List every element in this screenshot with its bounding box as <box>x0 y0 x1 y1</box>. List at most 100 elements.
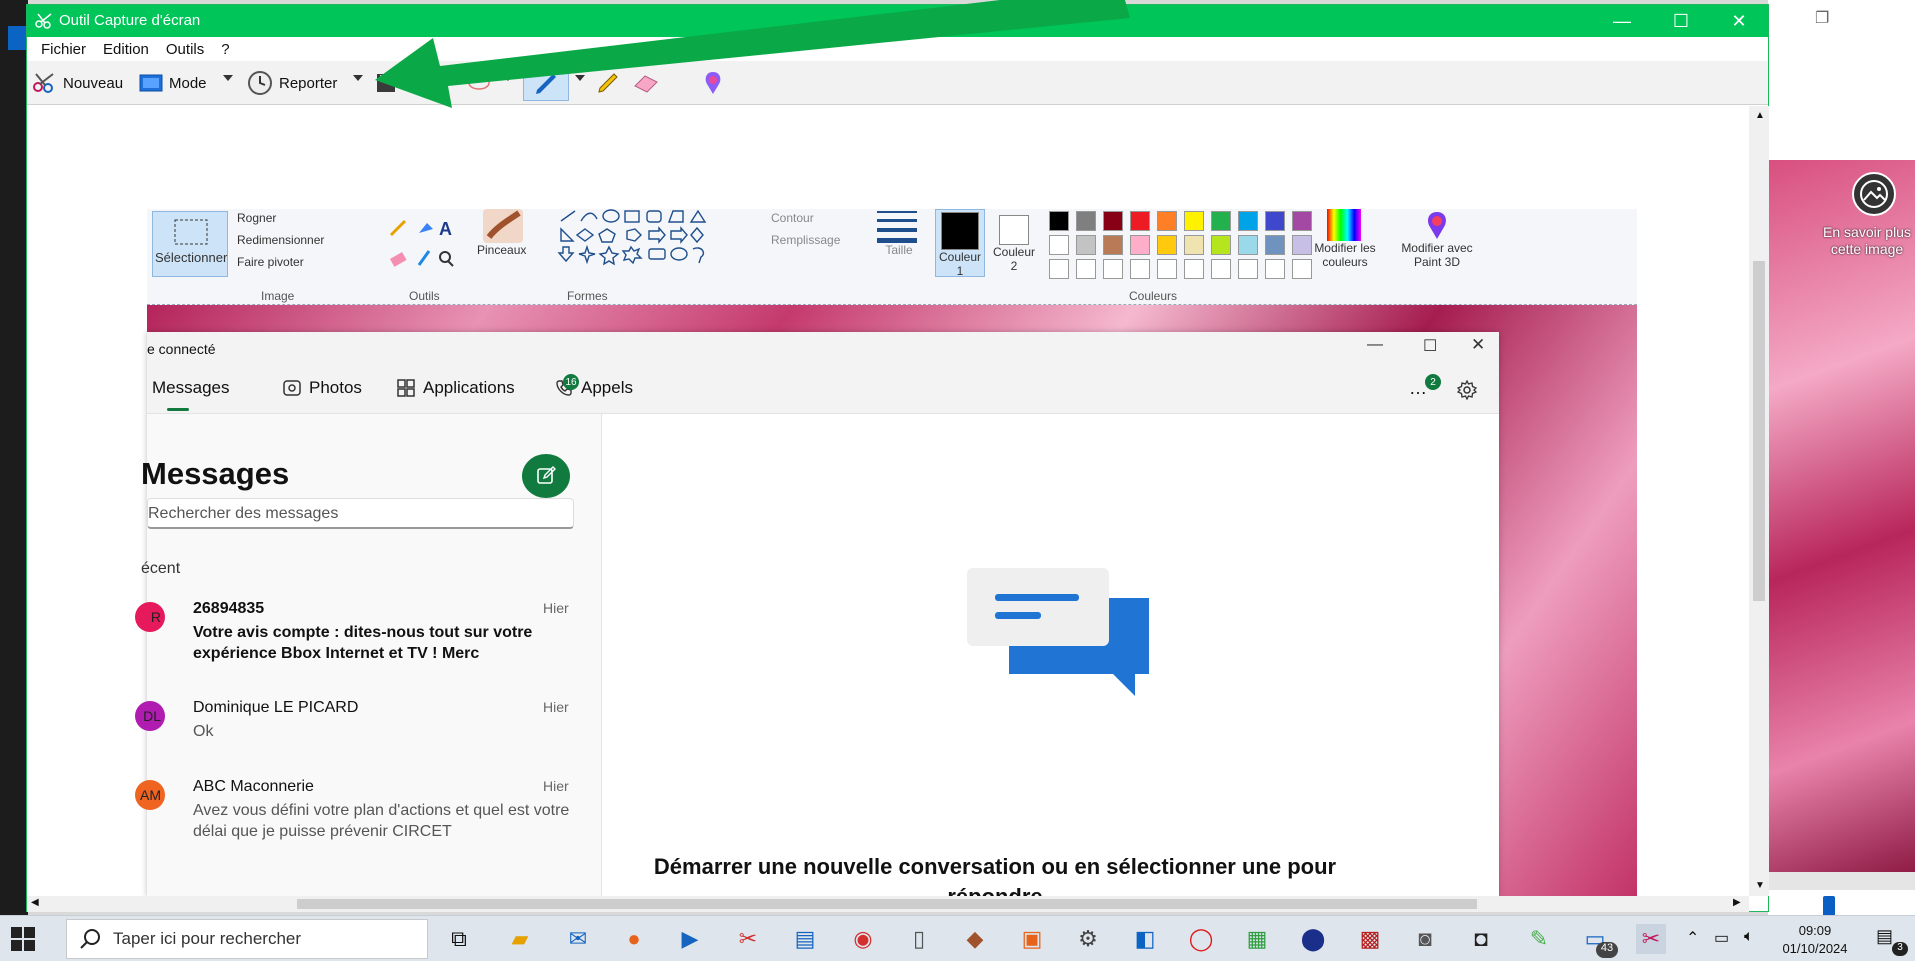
palette-swatch[interactable] <box>1076 211 1096 231</box>
paint3d-button[interactable] <box>701 69 725 97</box>
paint-icon[interactable]: ◆ <box>960 924 990 954</box>
brushes-button[interactable]: Pinceaux <box>477 209 526 281</box>
pen-button[interactable] <box>523 65 569 101</box>
conversation-item[interactable]: DL Dominique LE PICARD Hier Ok <box>135 699 577 771</box>
palette-swatch[interactable] <box>1184 211 1204 231</box>
palette-swatch[interactable] <box>1265 211 1285 231</box>
palette-swatch[interactable] <box>1130 211 1150 231</box>
phone-maximize-icon[interactable]: ☐ <box>1423 336 1437 356</box>
palette-swatch[interactable] <box>1265 235 1285 255</box>
fill-item[interactable]: Remplissage <box>771 233 840 247</box>
palette-swatch[interactable] <box>1049 235 1069 255</box>
search-messages-input[interactable]: Rechercher des messages <box>147 498 574 529</box>
eraser-button[interactable] <box>631 69 661 97</box>
volume-icon[interactable]: 🔈︎ <box>1744 928 1754 946</box>
phone-minimize-icon[interactable]: — <box>1367 336 1383 354</box>
mail-icon[interactable]: ✉ <box>563 924 593 954</box>
menu-help[interactable]: ? <box>214 41 239 58</box>
tab-messages[interactable]: Messages <box>152 378 229 398</box>
palette-swatch[interactable] <box>1049 211 1069 231</box>
photos-app-icon[interactable]: ▣ <box>1017 924 1047 954</box>
palette-swatch[interactable] <box>1130 259 1150 279</box>
taskbar-search[interactable]: Taper ici pour rechercher <box>66 919 428 959</box>
vertical-scrollbar[interactable]: ▲ ▼ <box>1749 106 1769 896</box>
settings-button[interactable] <box>1457 380 1477 400</box>
palette-swatch[interactable] <box>1049 259 1069 279</box>
palette-swatch[interactable] <box>1238 259 1258 279</box>
palette-swatch[interactable] <box>1211 259 1231 279</box>
paint3d-ribbon-button[interactable]: Modifier avec Paint 3D <box>1391 209 1483 281</box>
horizontal-scroll-thumb[interactable] <box>297 899 1477 909</box>
compose-button[interactable] <box>522 454 570 498</box>
menu-outils[interactable]: Outils <box>159 41 214 58</box>
delay-dropdown-icon[interactable] <box>353 75 363 81</box>
palette-swatch[interactable] <box>1211 211 1231 231</box>
background-scrollbar[interactable] <box>1768 872 1915 890</box>
phone-title-bar[interactable]: e connecté — ☐ ✕ <box>147 332 1499 364</box>
palette-swatch[interactable] <box>1184 259 1204 279</box>
taskbar-clock[interactable]: 09:09 01/10/2024 <box>1775 922 1855 958</box>
camera-icon[interactable]: ◙ <box>1410 924 1440 954</box>
outline-item[interactable]: Contour <box>771 211 814 225</box>
contacts-card-icon[interactable]: ▤ <box>790 924 820 954</box>
menu-fichier[interactable]: Fichier <box>34 41 96 58</box>
tab-applications[interactable]: Applications <box>397 378 515 398</box>
title-bar[interactable]: Outil Capture d'écran — ☐ ✕ <box>27 5 1768 37</box>
snipping-tool-active-icon[interactable]: ✂ <box>1636 924 1666 954</box>
palette-swatch[interactable] <box>1103 259 1123 279</box>
app-icon-a[interactable]: ⬤ <box>1298 924 1328 954</box>
phone-close-icon[interactable]: ✕ <box>1471 335 1485 355</box>
mode-button[interactable]: Mode <box>139 69 207 97</box>
scroll-right-icon[interactable]: ▶ <box>1733 897 1741 908</box>
task-view-icon[interactable]: ⧉ <box>444 924 474 954</box>
palette-swatch[interactable] <box>1238 235 1258 255</box>
notepad-icon[interactable]: ▯ <box>904 924 934 954</box>
shapes-gallery[interactable] <box>557 209 737 273</box>
close-button[interactable]: ✕ <box>1710 5 1768 37</box>
palette-swatch[interactable] <box>1157 259 1177 279</box>
palette-swatch[interactable] <box>1157 235 1177 255</box>
palette-swatch[interactable] <box>1238 211 1258 231</box>
select-tool[interactable]: Sélectionner <box>152 211 228 277</box>
restore-icon[interactable]: ❐ <box>1815 10 1829 27</box>
wallpaper-info-button[interactable] <box>1852 172 1896 216</box>
tab-photos[interactable]: Photos <box>283 378 362 398</box>
network-icon[interactable]: ▭ <box>1714 928 1729 948</box>
size-button[interactable]: Taille <box>877 209 921 275</box>
pen-dropdown-icon[interactable] <box>575 75 585 81</box>
copy-dropdown-icon[interactable] <box>503 75 513 81</box>
snipping-tool-taskbar-icon[interactable]: ✂ <box>733 924 763 954</box>
notifications-icon[interactable]: ▤ <box>1876 926 1893 947</box>
windows-start-icon[interactable] <box>10 926 36 952</box>
palette-swatch[interactable] <box>1103 235 1123 255</box>
minimize-button[interactable]: — <box>1593 5 1651 37</box>
media-player-icon[interactable]: ▶ <box>675 924 705 954</box>
scroll-down-icon[interactable]: ▼ <box>1755 880 1765 891</box>
spreadsheet-icon[interactable]: ▦ <box>1242 924 1272 954</box>
remote-desktop-icon[interactable]: ◘ <box>1466 924 1496 954</box>
wallpaper-info-text[interactable]: En savoir plus cette image <box>1812 224 1915 258</box>
palette-swatch[interactable] <box>1103 211 1123 231</box>
menu-edition[interactable]: Edition <box>96 41 159 58</box>
palette-swatch[interactable] <box>1130 235 1150 255</box>
palette-swatch[interactable] <box>1265 259 1285 279</box>
outlook-icon[interactable]: ◧ <box>1130 924 1160 954</box>
new-snip-button[interactable]: Nouveau <box>31 69 123 97</box>
horizontal-scrollbar[interactable]: ◀ ▶ <box>27 896 1749 912</box>
save-button[interactable] <box>375 69 397 97</box>
crop-item[interactable]: Rogner <box>237 211 276 225</box>
palette-swatch[interactable] <box>1184 235 1204 255</box>
maximize-button[interactable]: ☐ <box>1652 5 1710 37</box>
palette-swatch[interactable] <box>1211 235 1231 255</box>
edit-colors-button[interactable]: Modifier les couleurs <box>1305 209 1385 281</box>
show-hidden-icons[interactable]: ⌃ <box>1686 928 1699 948</box>
color1-button[interactable]: Couleur 1 <box>935 209 985 278</box>
background-window-controls[interactable]: ❐ <box>1815 8 1915 28</box>
settings-taskbar-icon[interactable]: ⚙ <box>1073 924 1103 954</box>
video-app-icon[interactable]: ▩ <box>1355 924 1385 954</box>
highlighter-pen-button[interactable] <box>595 69 621 97</box>
palette-swatch[interactable] <box>1076 259 1096 279</box>
firefox-icon[interactable]: ● <box>619 924 649 954</box>
highlighter-button[interactable] <box>467 69 493 97</box>
conversation-item[interactable]: AM ABC Maconnerie Hier Avez vous défini … <box>135 778 577 850</box>
